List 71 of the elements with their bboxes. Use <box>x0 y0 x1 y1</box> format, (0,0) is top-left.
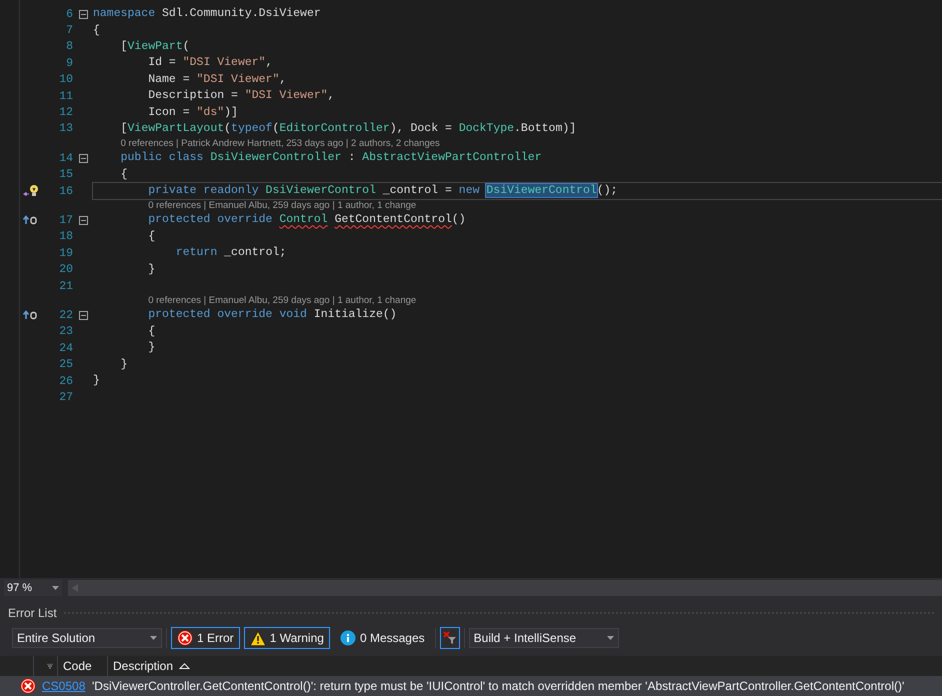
override-marker-icon[interactable] <box>22 310 38 320</box>
code-lens-info[interactable]: 0 references | Patrick Andrew Hartnett, 253 days ago | 2 authors, 2 changes <box>120 138 440 150</box>
info-filter-button[interactable]: 0 Messages <box>334 627 431 649</box>
code-line: { <box>120 166 129 183</box>
line-number: 13 <box>58 122 73 136</box>
code-line: Icon = "ds")] <box>147 104 239 121</box>
error-icon <box>177 630 193 646</box>
column-filter-icon[interactable] <box>47 664 53 668</box>
code-line: Id = "DSI Viewer", <box>147 55 274 72</box>
error-filter-button[interactable]: 1 Error <box>171 627 240 649</box>
error-description: 'DsiViewerController.GetContentControl()': return type must be 'IUIControl' to match overridden member 'AbstractViewPartController.GetContentControl()' <box>92 679 904 693</box>
scope-dropdown[interactable]: Entire Solution <box>12 628 162 648</box>
code-line: Name = "DSI Viewer", <box>147 72 288 88</box>
code-line: Description = "DSI Viewer", <box>147 88 336 104</box>
panel-title: Error List <box>8 606 57 620</box>
line-number: 6 <box>65 8 73 21</box>
collapse-icon[interactable] <box>78 154 88 163</box>
line-number: 15 <box>58 168 73 182</box>
code-lens-info[interactable]: 0 references | Emanuel Albu, 259 days ago | 1 author, 1 change <box>148 200 416 212</box>
line-number: 20 <box>58 263 73 276</box>
collapse-icon[interactable] <box>78 216 88 225</box>
line-number: 18 <box>58 230 73 244</box>
line-number: 27 <box>58 390 73 404</box>
code-line: { <box>147 324 156 340</box>
error-row[interactable]: CS0508 'DsiViewerController.GetContentControl()': return type must be 'IUIControl' to match overridden member 'AbstractViewPartController.GetContentControl()' <box>0 676 942 696</box>
line-number: 11 <box>58 90 73 103</box>
code-line: protected override Control GetContentControl() <box>147 212 467 228</box>
line-number: 26 <box>58 374 73 388</box>
horizontal-scrollbar[interactable] <box>68 580 942 596</box>
collapse-icon[interactable] <box>78 10 88 19</box>
code-lens-info[interactable]: 0 references | Emanuel Albu, 259 days ago | 1 author, 1 change <box>148 295 416 306</box>
code-line: private readonly DsiViewerControl _control = new DsiViewerControl(); <box>93 183 942 200</box>
line-number: 19 <box>58 246 73 260</box>
line-number: 12 <box>58 106 73 120</box>
line-number: 25 <box>58 358 73 372</box>
line-number: 16 <box>58 184 73 198</box>
info-icon <box>340 630 356 646</box>
dropdown-caret-icon <box>52 586 59 590</box>
code-line: [ViewPart( <box>120 38 191 55</box>
line-number: 23 <box>58 325 73 338</box>
code-line: { <box>93 22 101 39</box>
collapse-icon[interactable] <box>78 310 88 320</box>
zoom-dropdown[interactable]: 97 % <box>4 580 62 596</box>
line-number: 22 <box>58 308 73 322</box>
override-marker-icon[interactable] <box>22 215 38 226</box>
code-line: public class DsiViewerController : AbstractViewPartController <box>120 150 543 166</box>
code-line: return _control; <box>174 245 288 262</box>
line-number: 8 <box>65 40 73 54</box>
code-line: } <box>147 262 156 278</box>
code-line: } <box>120 356 129 373</box>
line-number: 24 <box>58 342 73 355</box>
line-number: 9 <box>65 56 73 70</box>
dropdown-caret-icon <box>150 636 157 640</box>
warning-icon <box>250 630 266 646</box>
source-dropdown[interactable]: Build + IntelliSense <box>468 628 619 648</box>
code-line: } <box>93 373 101 389</box>
line-number: 21 <box>58 280 73 293</box>
code-line: [ViewPartLayout(typeof(EditorController), Dock = DockType.Bottom)] <box>120 120 578 137</box>
code-line: protected override void Initialize() <box>147 307 398 324</box>
code-line: { <box>147 228 156 245</box>
code-line: namespace Sdl.Community.DsiViewer <box>93 6 322 22</box>
line-number: 7 <box>65 24 73 38</box>
line-number: 10 <box>58 73 73 86</box>
line-number: 14 <box>58 152 73 165</box>
warning-filter-button[interactable]: 1 Warning <box>244 627 330 649</box>
error-code-link[interactable]: CS0508 <box>42 679 86 693</box>
code-line: } <box>147 340 156 356</box>
line-number: 17 <box>58 214 73 227</box>
clear-filter-button[interactable] <box>440 627 460 649</box>
error-icon <box>20 678 36 694</box>
dropdown-caret-icon <box>606 636 614 640</box>
